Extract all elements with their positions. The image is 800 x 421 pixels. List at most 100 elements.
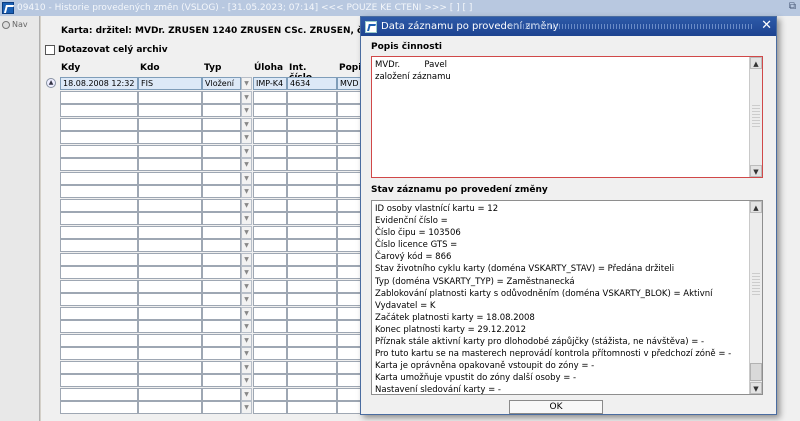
grid-cell[interactable] xyxy=(253,266,287,279)
grid-cell[interactable] xyxy=(138,90,202,104)
grid-cell[interactable] xyxy=(60,401,138,414)
grid-cell[interactable] xyxy=(253,347,287,360)
chevron-down-icon[interactable]: ▼ xyxy=(241,212,252,225)
grid-cell[interactable] xyxy=(253,171,287,185)
grid-cell[interactable] xyxy=(337,117,361,131)
chevron-down-icon[interactable]: ▼ xyxy=(241,401,252,414)
grid-cell[interactable] xyxy=(202,171,241,185)
grid-cell[interactable] xyxy=(202,239,241,252)
grid-cell[interactable] xyxy=(253,104,287,117)
grid-cell[interactable] xyxy=(202,320,241,333)
cell-int-cislo[interactable]: 4634 xyxy=(287,77,337,90)
grid-cell[interactable] xyxy=(253,374,287,387)
grid-cell[interactable] xyxy=(60,374,138,387)
grid-cell[interactable] xyxy=(337,131,361,144)
grid-cell[interactable] xyxy=(253,144,287,158)
chevron-down-icon[interactable]: ▼ xyxy=(241,306,252,320)
grid-cell[interactable] xyxy=(253,198,287,212)
grid-cell[interactable] xyxy=(253,306,287,320)
row-indicator-icon[interactable]: ▲ xyxy=(46,78,56,88)
chevron-down-icon[interactable]: ▼ xyxy=(241,104,252,117)
grid-cell[interactable] xyxy=(253,158,287,171)
grid-cell[interactable] xyxy=(138,185,202,198)
grid-cell[interactable] xyxy=(337,239,361,252)
grid-cell[interactable] xyxy=(138,158,202,171)
grid-cell[interactable] xyxy=(138,198,202,212)
grid-cell[interactable] xyxy=(253,239,287,252)
grid-cell[interactable] xyxy=(287,158,337,171)
grid-cell[interactable] xyxy=(253,225,287,239)
grid-cell[interactable] xyxy=(337,252,361,266)
grid-cell[interactable] xyxy=(202,90,241,104)
grid-cell[interactable] xyxy=(287,347,337,360)
chevron-down-icon[interactable]: ▼ xyxy=(241,279,252,293)
grid-cell[interactable] xyxy=(202,158,241,171)
grid-cell[interactable] xyxy=(138,387,202,401)
grid-cell[interactable] xyxy=(202,401,241,414)
chevron-down-icon[interactable]: ▼ xyxy=(241,185,252,198)
grid-cell[interactable] xyxy=(138,279,202,293)
grid-cell[interactable] xyxy=(60,347,138,360)
chevron-down-icon[interactable]: ▼ xyxy=(241,252,252,266)
grid-cell[interactable] xyxy=(287,239,337,252)
grid-cell[interactable] xyxy=(138,374,202,387)
grid-cell[interactable] xyxy=(138,293,202,306)
cell-typ[interactable]: Vložení xyxy=(202,77,241,90)
grid-cell[interactable] xyxy=(202,212,241,225)
grid-cell[interactable] xyxy=(60,158,138,171)
grid-cell[interactable] xyxy=(253,360,287,374)
chevron-down-icon[interactable]: ▼ xyxy=(241,144,252,158)
grid-cell[interactable] xyxy=(138,347,202,360)
grid-cell[interactable] xyxy=(138,360,202,374)
grid-cell[interactable] xyxy=(202,306,241,320)
chevron-down-icon[interactable]: ▼ xyxy=(241,293,252,306)
chevron-down-icon[interactable]: ▼ xyxy=(241,117,252,131)
grid-cell[interactable] xyxy=(337,306,361,320)
grid-cell[interactable] xyxy=(60,360,138,374)
grid-cell[interactable] xyxy=(253,212,287,225)
grid-cell[interactable] xyxy=(202,225,241,239)
grid-cell[interactable] xyxy=(60,144,138,158)
chevron-down-icon[interactable]: ▼ xyxy=(241,90,252,104)
grid-cell[interactable] xyxy=(287,374,337,387)
grid-cell[interactable] xyxy=(337,266,361,279)
grid-cell[interactable] xyxy=(202,117,241,131)
grid-cell[interactable] xyxy=(202,104,241,117)
grid-cell[interactable] xyxy=(337,401,361,414)
grid-cell[interactable] xyxy=(138,104,202,117)
grid-cell[interactable] xyxy=(253,131,287,144)
chevron-down-icon[interactable]: ▼ xyxy=(241,374,252,387)
grid-cell[interactable] xyxy=(287,131,337,144)
chevron-down-icon[interactable]: ▼ xyxy=(241,320,252,333)
grid-cell[interactable] xyxy=(287,198,337,212)
grid-cell[interactable] xyxy=(202,387,241,401)
popis-scrollbar[interactable]: ▲ ▼ xyxy=(749,57,762,177)
grid-cell[interactable] xyxy=(138,401,202,414)
grid-cell[interactable] xyxy=(337,144,361,158)
grid-cell[interactable] xyxy=(60,171,138,185)
archive-checkbox[interactable]: Dotazovat celý archiv xyxy=(45,45,168,55)
grid-cell[interactable] xyxy=(60,212,138,225)
grid-cell[interactable] xyxy=(337,387,361,401)
grid-cell[interactable] xyxy=(253,293,287,306)
grid-cell[interactable] xyxy=(287,144,337,158)
chevron-down-icon[interactable]: ▼ xyxy=(241,77,252,90)
grid-cell[interactable] xyxy=(60,225,138,239)
scroll-thumb[interactable] xyxy=(750,363,762,381)
chevron-down-icon[interactable]: ▼ xyxy=(241,360,252,374)
grid-cell[interactable] xyxy=(138,171,202,185)
grid-cell[interactable] xyxy=(287,225,337,239)
grid-cell[interactable] xyxy=(202,347,241,360)
grid-cell[interactable] xyxy=(253,333,287,347)
dialog-titlebar[interactable]: Data záznamu po provedení změny ✕ xyxy=(361,17,776,36)
grid-cell[interactable] xyxy=(287,212,337,225)
grid-cell[interactable] xyxy=(60,90,138,104)
chevron-down-icon[interactable]: ▼ xyxy=(241,171,252,185)
stav-textarea[interactable]: ID osoby vlastnící kartu = 12 Evidenční č… xyxy=(371,200,763,395)
grid-cell[interactable] xyxy=(202,131,241,144)
grid-cell[interactable] xyxy=(202,185,241,198)
grid-cell[interactable] xyxy=(60,293,138,306)
grid-cell[interactable] xyxy=(337,333,361,347)
grid-cell[interactable] xyxy=(287,333,337,347)
grid-cell[interactable] xyxy=(287,360,337,374)
